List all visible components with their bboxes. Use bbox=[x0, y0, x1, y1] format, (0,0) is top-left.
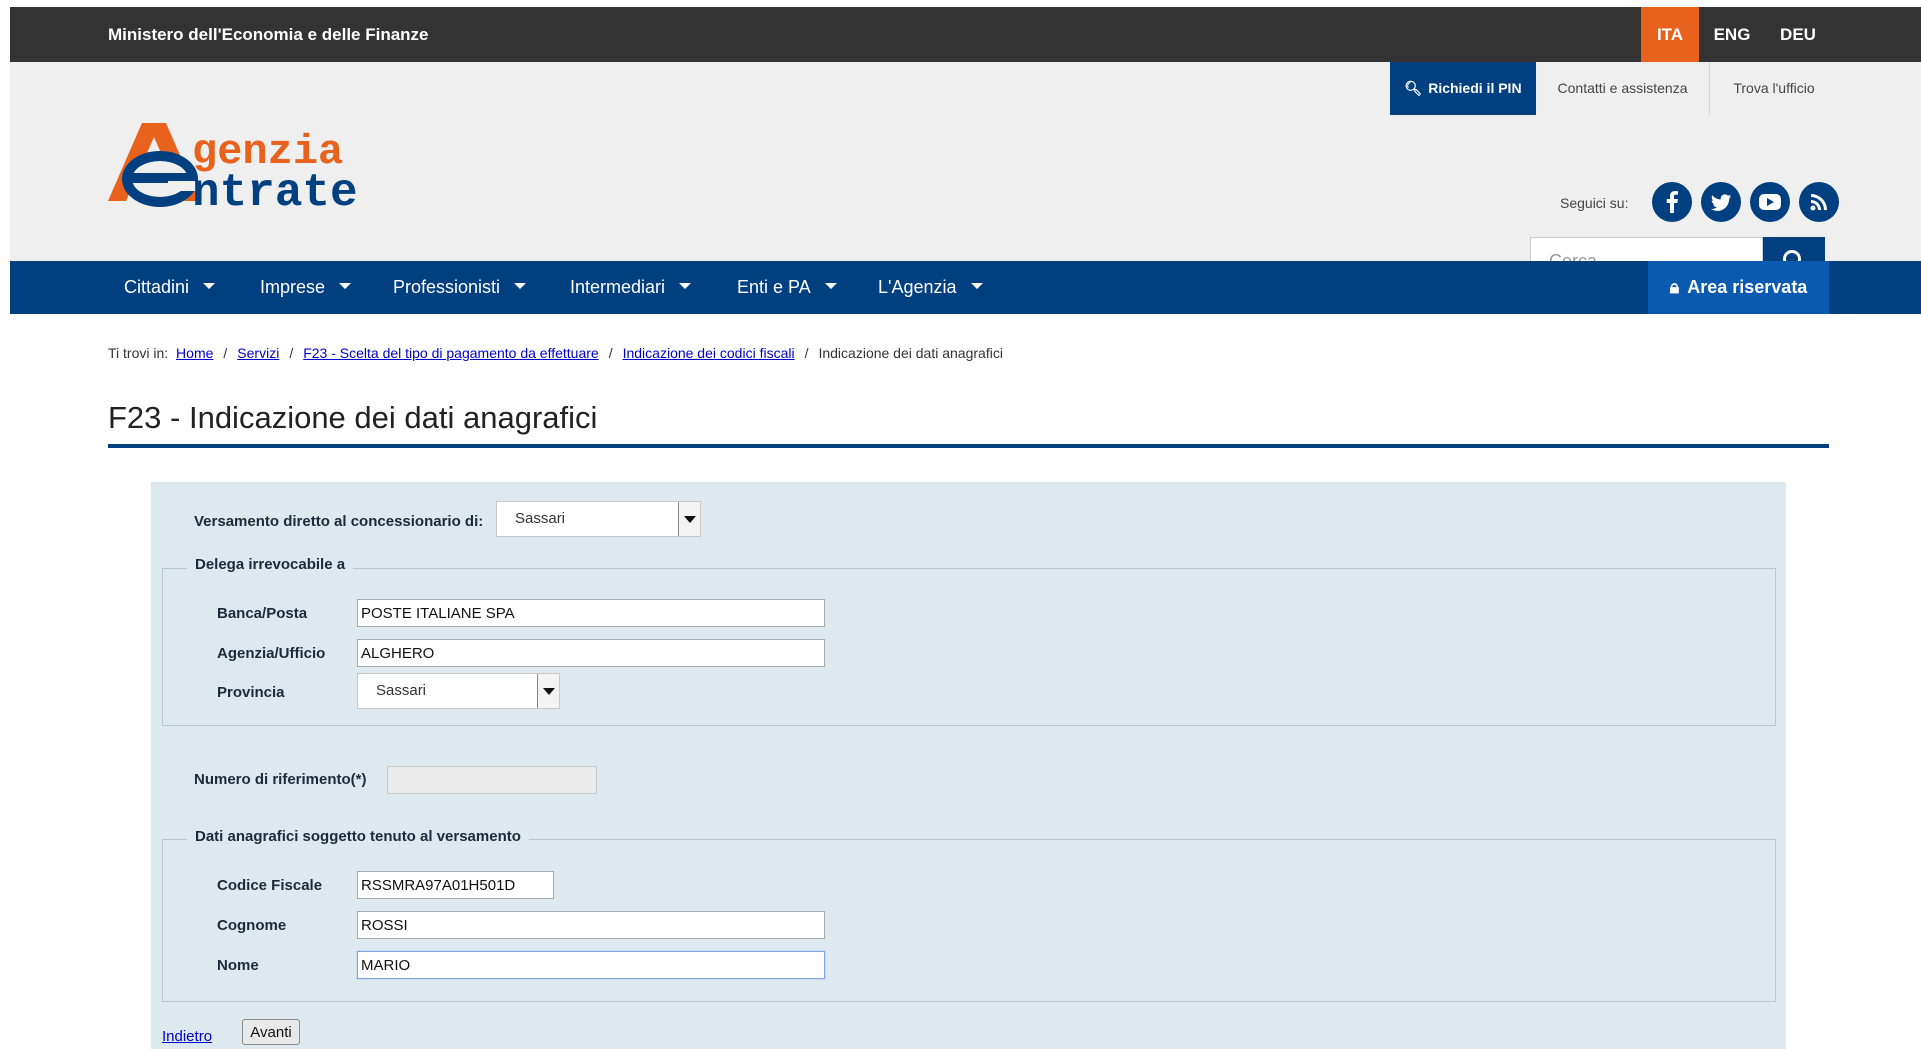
back-link[interactable]: Indietro bbox=[162, 1028, 212, 1045]
breadcrumb-separator: / bbox=[804, 345, 809, 361]
lang-deu[interactable]: DEU bbox=[1765, 7, 1831, 62]
browser-page: Ministero dell'Economia e delle Finanze … bbox=[10, 7, 1921, 1049]
nav-label: Professionisti bbox=[393, 277, 501, 297]
nav-item-agenzia[interactable]: L'Agenzia bbox=[878, 261, 983, 314]
dropdown-arrow-icon bbox=[537, 674, 559, 708]
concessionario-label: Versamento diretto al concessionario di: bbox=[194, 513, 484, 530]
agenzia-entrate-logo[interactable]: genzia ntrate bbox=[108, 115, 398, 219]
provincia-select[interactable]: Sassari bbox=[357, 673, 560, 709]
nav-item-imprese[interactable]: Imprese bbox=[260, 261, 352, 314]
numero-label: Numero di riferimento(*) bbox=[194, 771, 367, 788]
caret-down-icon bbox=[514, 283, 527, 290]
lock-icon: 🔒︎ bbox=[1669, 277, 1680, 297]
nav-item-professionisti[interactable]: Professionisti bbox=[393, 261, 527, 314]
nav-label: Intermediari bbox=[570, 277, 666, 297]
caret-down-icon bbox=[339, 283, 352, 290]
nome-input[interactable] bbox=[357, 951, 825, 979]
youtube-icon[interactable] bbox=[1750, 182, 1790, 222]
key-icon: 🔍︎ bbox=[1404, 80, 1423, 96]
delega-legend: Delega irrevocabile a bbox=[187, 556, 354, 573]
logo-mark-icon: genzia ntrate bbox=[108, 123, 358, 219]
lang-eng[interactable]: ENG bbox=[1699, 7, 1765, 62]
find-office-link[interactable]: Trova l'ufficio bbox=[1709, 62, 1839, 115]
provincia-label: Provincia bbox=[217, 684, 285, 701]
anagrafici-legend: Dati anagrafici soggetto tenuto al versa… bbox=[187, 828, 529, 845]
caret-down-icon bbox=[970, 283, 983, 290]
nav-label: Enti e PA bbox=[737, 277, 811, 297]
breadcrumb-separator: / bbox=[289, 345, 294, 361]
nav-item-enti-pa[interactable]: Enti e PA bbox=[737, 261, 837, 314]
rss-icon[interactable] bbox=[1799, 182, 1839, 222]
title-divider bbox=[108, 444, 1829, 448]
breadcrumb-current: Indicazione dei dati anagrafici bbox=[818, 345, 1003, 361]
next-button[interactable]: Avanti bbox=[242, 1019, 300, 1045]
caret-down-icon bbox=[824, 283, 837, 290]
banca-input[interactable] bbox=[357, 599, 825, 627]
reserved-area-label: Area riservata bbox=[1687, 277, 1808, 297]
agenzia-label: Agenzia/Ufficio bbox=[217, 645, 326, 662]
request-pin-button[interactable]: 🔍︎ Richiedi il PIN bbox=[1390, 62, 1536, 115]
page-title: F23 - Indicazione dei dati anagrafici bbox=[108, 400, 598, 435]
agenzia-input[interactable] bbox=[357, 639, 825, 667]
breadcrumb-codici-fiscali[interactable]: Indicazione dei codici fiscali bbox=[623, 345, 795, 361]
nav-label: Imprese bbox=[260, 277, 326, 297]
top-bar: Ministero dell'Economia e delle Finanze … bbox=[10, 7, 1921, 62]
lang-ita[interactable]: ITA bbox=[1641, 7, 1699, 62]
cognome-label: Cognome bbox=[217, 917, 287, 934]
contact-link[interactable]: Contatti e assistenza bbox=[1536, 62, 1710, 115]
codice-fiscale-label: Codice Fiscale bbox=[217, 877, 323, 894]
breadcrumb-prefix: Ti trovi in: bbox=[108, 345, 169, 361]
numero-riferimento-input bbox=[387, 766, 597, 794]
breadcrumb-home[interactable]: Home bbox=[176, 345, 213, 361]
provincia-value: Sassari bbox=[376, 682, 427, 699]
breadcrumb: Ti trovi in: Home / Servizi / F23 - Scelta d… bbox=[108, 345, 1003, 361]
request-pin-label: Richiedi il PIN bbox=[1428, 80, 1522, 96]
nav-label: L'Agenzia bbox=[878, 277, 957, 297]
caret-down-icon bbox=[679, 283, 692, 290]
main-nav: Cittadini Imprese Professionisti Interme… bbox=[10, 261, 1921, 314]
nav-item-intermediari[interactable]: Intermediari bbox=[570, 261, 692, 314]
caret-down-icon bbox=[203, 283, 216, 290]
breadcrumb-separator: / bbox=[608, 345, 613, 361]
breadcrumb-f23-scelta[interactable]: F23 - Scelta del tipo di pagamento da ef… bbox=[303, 345, 599, 361]
concessionario-value: Sassari bbox=[515, 510, 566, 527]
cognome-input[interactable] bbox=[357, 911, 825, 939]
site-header: genzia ntrate 🔍︎ Richiedi il PIN Contatti… bbox=[10, 62, 1921, 285]
nav-label: Cittadini bbox=[124, 277, 190, 297]
nav-item-cittadini[interactable]: Cittadini bbox=[124, 261, 216, 314]
twitter-icon[interactable] bbox=[1701, 182, 1741, 222]
concessionario-select[interactable]: Sassari bbox=[496, 501, 701, 537]
breadcrumb-separator: / bbox=[223, 345, 228, 361]
codice-fiscale-input[interactable] bbox=[357, 871, 554, 899]
dropdown-arrow-icon bbox=[678, 502, 700, 536]
banca-label: Banca/Posta bbox=[217, 605, 308, 622]
facebook-icon[interactable] bbox=[1652, 182, 1692, 222]
follow-label: Seguici su: bbox=[1560, 195, 1629, 211]
nome-label: Nome bbox=[217, 957, 259, 974]
ministry-link[interactable]: Ministero dell'Economia e delle Finanze bbox=[108, 7, 429, 62]
breadcrumb-servizi[interactable]: Servizi bbox=[237, 345, 279, 361]
logo-text-line2: ntrate bbox=[192, 167, 358, 215]
f23-form: Versamento diretto al concessionario di:… bbox=[151, 482, 1786, 1049]
reserved-area-button[interactable]: 🔒︎ Area riservata bbox=[1648, 261, 1829, 314]
